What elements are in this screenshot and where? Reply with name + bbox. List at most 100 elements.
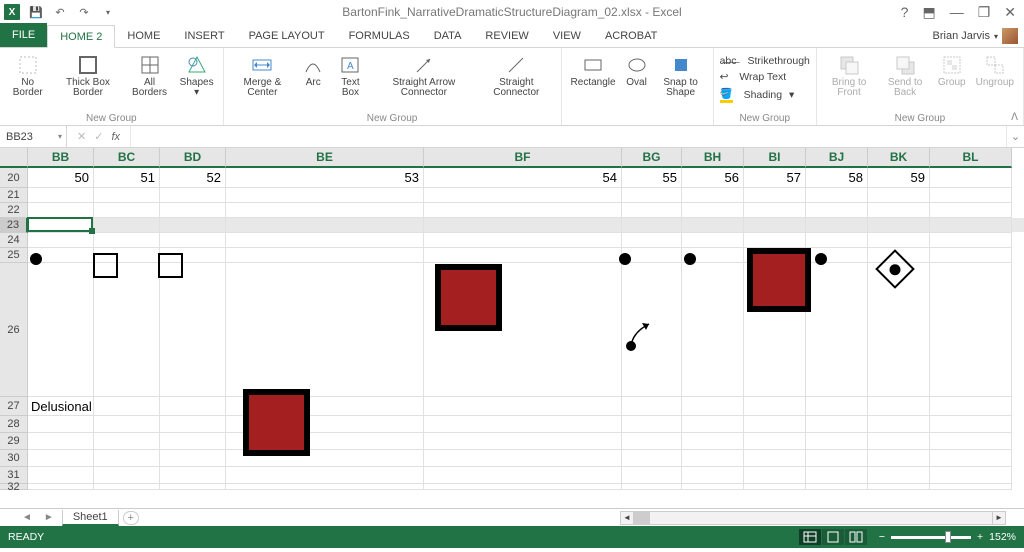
cell[interactable] [930, 433, 1012, 450]
cell[interactable] [622, 203, 682, 218]
tab-home[interactable]: HOME [115, 25, 172, 47]
cell[interactable]: 56 [682, 168, 744, 188]
shading-button[interactable]: 🪣 Shading ▾ [720, 86, 810, 104]
cell[interactable] [930, 188, 1012, 203]
cell[interactable] [868, 397, 930, 416]
cell[interactable] [28, 450, 94, 467]
cell[interactable] [744, 416, 806, 433]
ungroup-button[interactable]: Ungroup [973, 52, 1017, 90]
row-header[interactable]: 32 [0, 484, 28, 490]
ribbon-display-icon[interactable]: ⬒ [922, 4, 935, 21]
cell[interactable] [806, 203, 868, 218]
cell[interactable] [930, 168, 1012, 188]
cell[interactable]: 55 [622, 168, 682, 188]
cell[interactable] [226, 450, 424, 467]
cell[interactable] [424, 248, 622, 263]
cell[interactable] [744, 248, 806, 263]
cell[interactable] [744, 467, 806, 484]
cell[interactable] [424, 397, 622, 416]
cells-area[interactable]: 50515253545556575859Delusional [28, 168, 1012, 490]
cell[interactable] [930, 218, 1012, 233]
cell[interactable] [806, 416, 868, 433]
cell[interactable] [622, 218, 682, 233]
cell[interactable] [160, 484, 226, 490]
cell[interactable] [94, 248, 160, 263]
strikethrough-button[interactable]: a̶b̶c̶ Strikethrough [720, 54, 810, 68]
column-header[interactable]: BB [28, 148, 94, 168]
user-label[interactable]: Brian Jarvis ▾ [933, 28, 1018, 44]
row-header[interactable]: 25 [0, 248, 28, 263]
no-border-button[interactable]: No Border [6, 52, 49, 100]
cell[interactable] [424, 188, 622, 203]
add-sheet-button[interactable]: + [123, 511, 139, 525]
cell[interactable] [682, 433, 744, 450]
close-icon[interactable]: ✕ [1004, 4, 1016, 21]
cell[interactable] [28, 467, 94, 484]
cell[interactable] [94, 188, 160, 203]
cell[interactable] [226, 263, 424, 397]
sheet-nav-next-icon[interactable]: ► [40, 512, 58, 523]
oval-button[interactable]: Oval [623, 52, 651, 90]
tab-review[interactable]: REVIEW [473, 25, 540, 47]
tab-data[interactable]: DATA [422, 25, 474, 47]
rectangle-button[interactable]: Rectangle [568, 52, 619, 90]
cell[interactable] [868, 218, 930, 233]
cell[interactable] [94, 397, 160, 416]
cell[interactable] [226, 416, 424, 433]
select-all-corner[interactable] [0, 148, 28, 168]
page-layout-view-icon[interactable] [822, 529, 844, 545]
cell[interactable] [160, 188, 226, 203]
cell[interactable] [868, 484, 930, 490]
cell[interactable] [94, 218, 160, 233]
minimize-icon[interactable]: — [950, 4, 964, 20]
cell[interactable] [94, 263, 160, 397]
cell[interactable] [226, 397, 424, 416]
cell[interactable] [930, 203, 1012, 218]
cell[interactable] [868, 433, 930, 450]
cell[interactable] [682, 397, 744, 416]
snap-to-shape-button[interactable]: Snap to Shape [655, 52, 707, 100]
cell[interactable] [744, 397, 806, 416]
scroll-left-icon[interactable]: ◄ [620, 511, 634, 525]
cell[interactable] [160, 450, 226, 467]
cell[interactable] [424, 433, 622, 450]
cell[interactable] [682, 484, 744, 490]
cell[interactable] [744, 484, 806, 490]
merge-center-button[interactable]: Merge & Center [230, 52, 296, 100]
cell[interactable] [226, 467, 424, 484]
cell[interactable] [160, 218, 226, 233]
cell[interactable] [622, 484, 682, 490]
name-box[interactable]: BB23 [0, 126, 67, 147]
insert-function-icon[interactable]: fx [111, 131, 120, 143]
row-header[interactable]: 29 [0, 433, 28, 450]
zoom-level[interactable]: 152% [989, 531, 1016, 543]
row-header[interactable]: 20 [0, 168, 28, 188]
cell[interactable] [28, 218, 94, 233]
cell[interactable]: 51 [94, 168, 160, 188]
cell[interactable] [94, 433, 160, 450]
cell[interactable] [930, 416, 1012, 433]
cell[interactable] [226, 484, 424, 490]
cell[interactable]: 58 [806, 168, 868, 188]
cell[interactable] [424, 218, 622, 233]
cell[interactable] [744, 233, 806, 248]
row-header[interactable]: 21 [0, 188, 28, 203]
cell[interactable] [28, 188, 94, 203]
enter-formula-icon[interactable]: ✓ [94, 130, 103, 143]
formula-input[interactable] [130, 126, 1006, 147]
cell[interactable] [806, 263, 868, 397]
cell[interactable] [94, 450, 160, 467]
cell[interactable] [28, 433, 94, 450]
cell[interactable] [160, 433, 226, 450]
cell[interactable] [682, 416, 744, 433]
cell[interactable] [682, 218, 744, 233]
column-header[interactable]: BI [744, 148, 806, 168]
cell[interactable] [868, 233, 930, 248]
column-header[interactable]: BH [682, 148, 744, 168]
cell[interactable] [28, 233, 94, 248]
column-header[interactable]: BG [622, 148, 682, 168]
wrap-text-button[interactable]: ↩ Wrap Text [720, 70, 810, 84]
scroll-right-icon[interactable]: ► [992, 511, 1006, 525]
cell[interactable] [226, 218, 424, 233]
cell[interactable] [94, 484, 160, 490]
